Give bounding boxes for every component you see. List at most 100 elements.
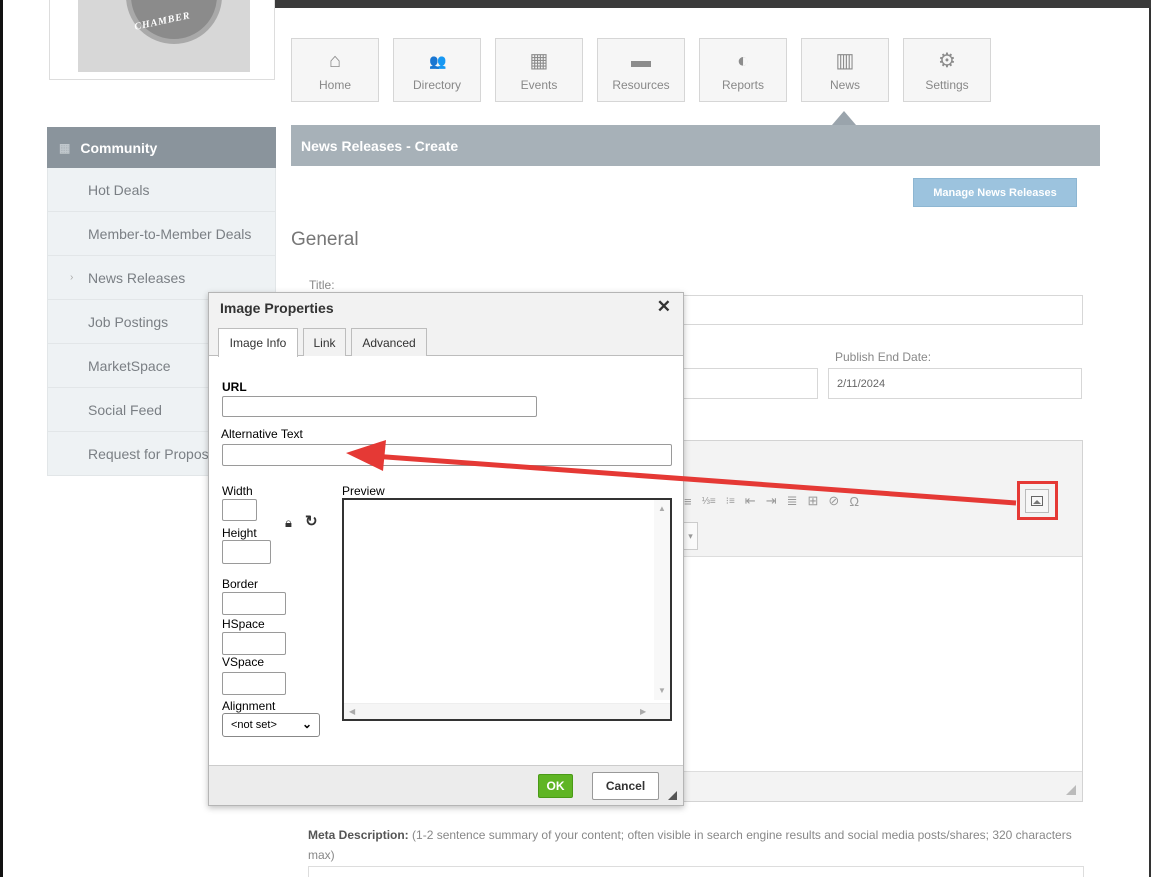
- lock-ratio-icon[interactable]: 🔒︎: [285, 515, 292, 531]
- sidebar-item-member-deals[interactable]: Member-to-Member Deals: [47, 212, 276, 256]
- manage-news-releases-button[interactable]: Manage News Releases: [913, 178, 1077, 207]
- tab-image-info[interactable]: Image Info: [218, 328, 298, 357]
- publish-end-label: Publish End Date:: [835, 350, 932, 364]
- logo[interactable]: CHAMBER: [49, 0, 275, 80]
- annotation-highlight-box: [1017, 481, 1058, 520]
- vspace-input[interactable]: [222, 672, 286, 695]
- reports-icon: ◐: [736, 49, 750, 72]
- format-dropdown-chevron-icon[interactable]: ▾: [684, 522, 698, 550]
- height-input[interactable]: [222, 540, 271, 564]
- resources-icon: ▬: [631, 49, 651, 72]
- tab-link[interactable]: Link: [303, 328, 346, 356]
- main-nav: ⌂ Home 👥 Directory ▦ Events ▬ Resources …: [291, 38, 991, 102]
- dialog-footer: OK Cancel: [209, 765, 683, 805]
- meta-description-input[interactable]: [308, 866, 1084, 877]
- border-input[interactable]: [222, 592, 286, 615]
- events-icon: ▦: [529, 49, 549, 72]
- scroll-right-icon[interactable]: ▶: [640, 707, 646, 716]
- url-label: URL: [222, 380, 247, 394]
- nav-events[interactable]: ▦ Events: [495, 38, 583, 102]
- nav-label: Events: [520, 77, 558, 92]
- bulleted-list-icon[interactable]: ⁝≡: [726, 496, 735, 507]
- publish-end-input[interactable]: 2/11/2024: [828, 368, 1082, 399]
- width-input[interactable]: [222, 499, 257, 521]
- align-justify-icon[interactable]: ≡: [684, 494, 692, 509]
- scroll-up-icon[interactable]: ▲: [658, 504, 666, 513]
- horizontal-rule-icon[interactable]: ≣: [787, 493, 798, 509]
- sidebar-item-label: MarketSpace: [88, 357, 171, 374]
- ok-button[interactable]: OK: [538, 774, 573, 798]
- preview-label: Preview: [342, 484, 385, 498]
- vspace-label: VSpace: [222, 655, 265, 669]
- horizontal-scrollbar[interactable]: ◀ ▶: [344, 703, 670, 719]
- nav-label: Settings: [925, 77, 969, 92]
- scroll-down-icon[interactable]: ▼: [658, 686, 666, 695]
- image-properties-dialog: Image Properties ✕ Image Info Link Advan…: [208, 292, 684, 806]
- alignment-label: Alignment: [222, 699, 276, 713]
- nav-home[interactable]: ⌂ Home: [291, 38, 379, 102]
- nav-label: Home: [318, 77, 351, 92]
- indent-icon[interactable]: ⇥: [766, 493, 777, 509]
- top-bar: [272, 0, 1151, 8]
- close-icon[interactable]: ✕: [657, 297, 671, 317]
- community-icon: ▦: [59, 140, 71, 155]
- alignment-select[interactable]: <not set> ⌄: [222, 713, 320, 737]
- meta-label: Meta Description:: [308, 828, 409, 842]
- title-label: Title:: [309, 278, 335, 292]
- chevron-down-icon: ⌄: [301, 717, 312, 731]
- dialog-resize-handle-icon[interactable]: [668, 791, 677, 800]
- editor-status-bar: [684, 771, 1082, 801]
- sidebar-item-label: Member-to-Member Deals: [88, 225, 252, 242]
- directory-icon: 👥: [429, 52, 446, 69]
- hspace-input[interactable]: [222, 632, 286, 655]
- url-input[interactable]: [222, 396, 537, 417]
- meta-description-label: Meta Description: (1-2 sentence summary …: [308, 825, 1088, 865]
- nav-label: Directory: [412, 77, 461, 92]
- settings-icon: ⚙: [938, 49, 956, 72]
- nav-resources[interactable]: ▬ Resources: [597, 38, 685, 102]
- nav-settings[interactable]: ⚙ Settings: [903, 38, 991, 102]
- home-icon: ⌂: [328, 49, 342, 72]
- reset-size-icon[interactable]: ↻: [305, 512, 318, 530]
- news-icon: ▥: [835, 49, 855, 72]
- height-label: Height: [222, 526, 257, 540]
- dialog-title-bar[interactable]: Image Properties ✕: [209, 293, 683, 322]
- sidebar-item-label: News Releases: [88, 269, 186, 286]
- resize-handle-icon[interactable]: [1066, 785, 1076, 795]
- outdent-icon[interactable]: ⇤: [745, 493, 756, 509]
- dialog-title: Image Properties: [220, 299, 334, 316]
- nav-label: Resources: [612, 77, 670, 92]
- special-char-icon[interactable]: Ω: [849, 494, 859, 509]
- table-icon[interactable]: ⊞: [808, 493, 819, 509]
- cancel-button[interactable]: Cancel: [592, 772, 659, 800]
- vertical-scrollbar[interactable]: ▲ ▼: [654, 500, 670, 700]
- sidebar-item-label: Job Postings: [88, 313, 169, 330]
- window-left-edge: [0, 0, 3, 877]
- alt-text-label: Alternative Text: [221, 427, 303, 441]
- nav-reports[interactable]: ◐ Reports: [699, 38, 787, 102]
- nav-label: News: [829, 77, 860, 92]
- nav-label: Reports: [721, 77, 765, 92]
- hspace-label: HSpace: [222, 617, 265, 631]
- alt-text-input[interactable]: [222, 444, 672, 466]
- title-input[interactable]: [660, 295, 1083, 325]
- toolbar-row: ≡ ⅓≡ ⁝≡ ⇤ ⇥ ≣ ⊞ ⊘ Ω: [684, 489, 859, 513]
- alignment-value: <not set>: [231, 719, 277, 731]
- no-icon[interactable]: ⊘: [828, 493, 839, 509]
- page-title: News Releases - Create: [291, 125, 1100, 166]
- logo-image: CHAMBER: [78, 0, 250, 72]
- sidebar-item-label: Social Feed: [88, 401, 162, 418]
- chevron-right-icon: ›: [70, 272, 74, 283]
- sidebar-title: Community: [80, 139, 158, 156]
- sidebar-item-hot-deals[interactable]: Hot Deals: [47, 168, 276, 212]
- sidebar-item-label: Request for Proposals: [88, 445, 227, 462]
- nav-directory[interactable]: 👥 Directory: [393, 38, 481, 102]
- sidebar-item-label: Hot Deals: [88, 181, 150, 198]
- tab-advanced[interactable]: Advanced: [351, 328, 427, 356]
- dialog-tabs: Image Info Link Advanced: [209, 322, 683, 357]
- image-preview[interactable]: ▲ ▼ ◀ ▶: [342, 498, 672, 721]
- numbered-list-icon[interactable]: ⅓≡: [702, 496, 716, 507]
- nav-news[interactable]: ▥ News: [801, 38, 889, 102]
- scroll-left-icon[interactable]: ◀: [349, 707, 355, 716]
- section-heading: General: [291, 229, 359, 250]
